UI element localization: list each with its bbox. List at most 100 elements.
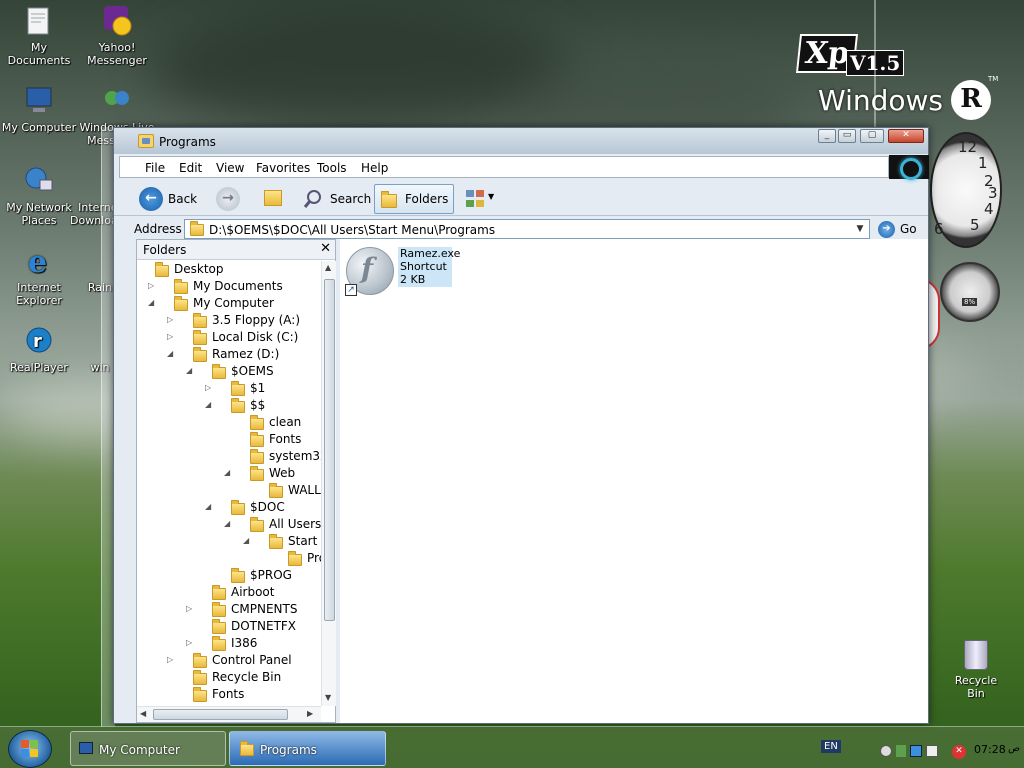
back-button[interactable]: ← Back	[138, 184, 198, 214]
tree-item-airboot[interactable]: Airboot	[137, 584, 321, 601]
search-button[interactable]: Search	[300, 184, 371, 214]
tree-item-desktop[interactable]: Desktop	[137, 261, 321, 278]
clock-time[interactable]: 07:28	[974, 743, 1006, 756]
scroll-left-icon[interactable]: ◀	[140, 709, 146, 718]
tree-item-label: All Users	[269, 517, 321, 531]
tree-item-oems[interactable]: ◢ $OEMS	[137, 363, 321, 380]
tree-item-prog[interactable]: $PROG	[137, 567, 321, 584]
tree-item-doc[interactable]: ◢ $DOC	[137, 499, 321, 516]
tree-item-web[interactable]: ◢ Web	[137, 465, 321, 482]
tree-item-label: My Computer	[193, 296, 274, 310]
address-dropdown-icon[interactable]: ▼	[853, 222, 867, 236]
desktop-icon-label: Recycle Bin	[954, 674, 998, 700]
close-button[interactable]: ✕	[888, 129, 924, 143]
menu-edit[interactable]: Edit	[179, 161, 202, 175]
tree-item-dotnetfx[interactable]: DOTNETFX	[137, 618, 321, 635]
start-button[interactable]	[8, 730, 52, 768]
restore-button[interactable]: ▭	[838, 129, 856, 143]
cpu-meter-gadget[interactable]: 8%	[940, 262, 1000, 322]
folder-icon	[231, 398, 245, 413]
cpu-meter-value: 8%	[962, 298, 978, 306]
folder-icon	[269, 483, 283, 498]
scroll-right-icon[interactable]: ▶	[307, 709, 313, 718]
desktop-icon-recycle-bin[interactable]: Recycle Bin	[946, 640, 1006, 700]
tree-item-system32[interactable]: system32	[137, 448, 321, 465]
tree-item-control-panel[interactable]: ▷ Control Panel	[137, 652, 321, 669]
tree-item-3-5-floppy-a[interactable]: ▷ 3.5 Floppy (A:)	[137, 312, 321, 329]
expand-toggle-icon[interactable]: ▷	[167, 655, 176, 664]
expand-toggle-icon[interactable]: ◢	[148, 298, 157, 307]
maximize-button[interactable]: ▢	[860, 129, 884, 143]
tree-item-fonts[interactable]: Fonts	[137, 686, 321, 703]
tree-item-fonts[interactable]: Fonts	[137, 431, 321, 448]
taskbar-item-programs[interactable]: Programs	[229, 731, 386, 766]
go-button[interactable]: ➔ Go	[876, 219, 924, 239]
expand-toggle-icon[interactable]: ▷	[186, 638, 195, 647]
title-bar[interactable]: Programs _ ▭ ▢ ✕	[114, 128, 928, 154]
expand-toggle-icon[interactable]: ▷	[167, 332, 176, 341]
smiley-tray-icon[interactable]	[880, 745, 892, 757]
expand-toggle-icon[interactable]: ◢	[224, 519, 233, 528]
expand-toggle-icon[interactable]: ◢	[243, 536, 252, 545]
tree-item-clean[interactable]: clean	[137, 414, 321, 431]
folder-icon	[193, 330, 207, 345]
minimize-button[interactable]: _	[818, 129, 836, 143]
close-icon[interactable]: ✕	[320, 241, 331, 256]
desktop-icon-internet-explorer[interactable]: e Internet Explorer	[1, 244, 77, 307]
up-folder-button[interactable]	[260, 184, 290, 214]
expand-toggle-icon[interactable]: ◢	[167, 349, 176, 358]
tree-horizontal-scrollbar[interactable]: ◀ ▶	[137, 706, 321, 722]
tree-item-item[interactable]: ◢ $$	[137, 397, 321, 414]
tree-item-local-disk-c[interactable]: ▷ Local Disk (C:)	[137, 329, 321, 346]
volume-tray-icon[interactable]	[896, 745, 906, 757]
desktop-icon-network-places[interactable]: My Network Places	[1, 164, 77, 227]
expand-toggle-icon[interactable]: ▷	[186, 604, 195, 613]
clock-gadget[interactable]: 12 1 2 3 4 5 6	[930, 132, 1002, 248]
display-tray-icon[interactable]	[926, 745, 938, 757]
views-button[interactable]: ▼	[462, 184, 498, 214]
desktop-icon-realplayer[interactable]: r RealPlayer	[1, 324, 77, 374]
tree-item-recycle-bin[interactable]: Recycle Bin	[137, 669, 321, 686]
menu-favorites[interactable]: Favorites	[256, 161, 310, 175]
forward-button[interactable]: →	[214, 184, 244, 214]
address-input[interactable]: D:\$OEMS\$DOC\All Users\Start Menu\Progr…	[184, 219, 870, 239]
expand-toggle-icon[interactable]: ◢	[186, 366, 195, 375]
expand-toggle-icon[interactable]: ▷	[167, 315, 176, 324]
tree-item-i386[interactable]: ▷ I386	[137, 635, 321, 652]
tree-item-my-documents[interactable]: ▷ My Documents	[137, 278, 321, 295]
tree-item-ramez-d[interactable]: ◢ Ramez (D:)	[137, 346, 321, 363]
menu-file[interactable]: File	[145, 161, 165, 175]
tree-item-1[interactable]: ▷ $1	[137, 380, 321, 397]
expand-toggle-icon[interactable]: ▷	[148, 281, 157, 290]
tree-item-wallpaper[interactable]: WALLPAPER	[137, 482, 321, 499]
tree-item-cmpnents[interactable]: ▷ CMPNENTS	[137, 601, 321, 618]
taskbar-item-my-computer[interactable]: My Computer	[70, 731, 226, 766]
expand-toggle-icon[interactable]: ◢	[205, 400, 214, 409]
tree-vertical-scrollbar[interactable]: ▲ ▼	[321, 261, 336, 706]
menu-help[interactable]: Help	[361, 161, 388, 175]
language-indicator[interactable]: EN	[821, 740, 841, 753]
tree-item-start-menu[interactable]: ◢ Start Menu	[137, 533, 321, 550]
flash-shortcut-icon: f ↗	[345, 247, 394, 296]
desktop-icon-yahoo-messenger[interactable]: Yahoo! Messenger	[79, 4, 155, 67]
expand-toggle-icon[interactable]: ◢	[224, 468, 233, 477]
tree-item-all-users[interactable]: ◢ All Users	[137, 516, 321, 533]
tree-item-my-computer[interactable]: ◢ My Computer	[137, 295, 321, 312]
security-alert-icon[interactable]: ✕	[952, 745, 966, 759]
expand-toggle-icon[interactable]: ◢	[205, 502, 214, 511]
expand-toggle-icon[interactable]: ▷	[205, 383, 214, 392]
scroll-down-icon[interactable]: ▼	[325, 693, 331, 702]
scroll-thumb[interactable]	[324, 279, 335, 621]
folders-button[interactable]: Folders	[374, 184, 454, 214]
menu-tools[interactable]: Tools	[317, 161, 347, 175]
scroll-thumb[interactable]	[153, 709, 288, 720]
desktop-icon-my-documents[interactable]: My Documents	[1, 4, 77, 67]
address-label: Address	[134, 222, 182, 236]
tree-item-programs[interactable]: Programs	[137, 550, 321, 567]
explorer-window[interactable]: Programs _ ▭ ▢ ✕ File Edit View Favorite…	[113, 127, 929, 724]
scroll-up-icon[interactable]: ▲	[325, 263, 331, 272]
menu-view[interactable]: View	[216, 161, 244, 175]
network-tray-icon[interactable]	[910, 745, 922, 757]
desktop-icon-my-computer[interactable]: My Computer	[1, 84, 77, 134]
folder-tree: Desktop ▷ My Documents ◢ My Computer ▷ 3.5 Flo…	[137, 261, 321, 703]
